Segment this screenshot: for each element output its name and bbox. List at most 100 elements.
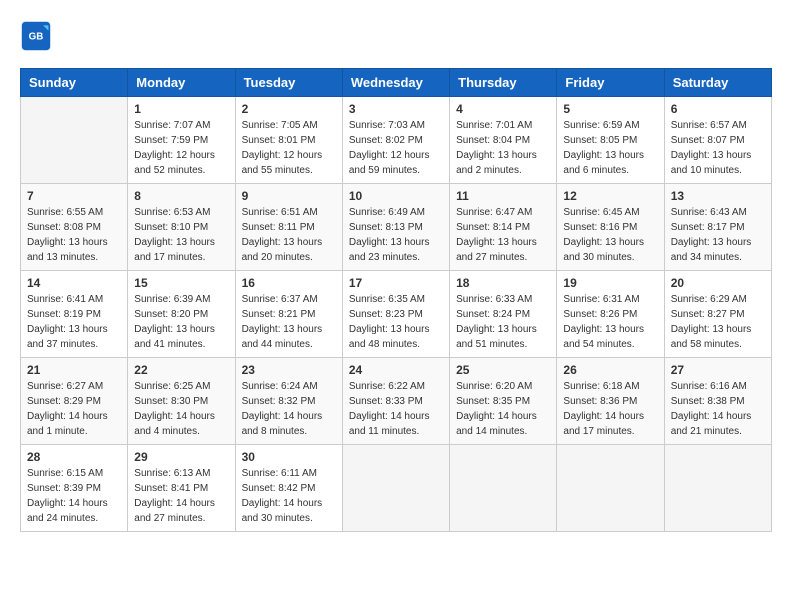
day-info: Sunrise: 7:05 AMSunset: 8:01 PMDaylight:… <box>242 118 336 178</box>
day-info: Sunrise: 6:33 AMSunset: 8:24 PMDaylight:… <box>456 292 550 352</box>
sunset-text: Sunset: 8:07 PM <box>671 133 765 148</box>
sunset-text: Sunset: 8:41 PM <box>134 481 228 496</box>
sunset-text: Sunset: 8:04 PM <box>456 133 550 148</box>
daylight-text: Daylight: 14 hours and 14 minutes. <box>456 409 550 439</box>
calendar-cell: 6 Sunrise: 6:57 AMSunset: 8:07 PMDaylight… <box>664 97 771 184</box>
daylight-text: Daylight: 13 hours and 10 minutes. <box>671 148 765 178</box>
daylight-text: Daylight: 13 hours and 20 minutes. <box>242 235 336 265</box>
calendar-cell: 26Sunrise: 6:18 AMSunset: 8:36 PMDayligh… <box>557 358 664 445</box>
day-number: 1 <box>134 102 228 116</box>
sunset-text: Sunset: 8:19 PM <box>27 307 121 322</box>
daylight-text: Daylight: 13 hours and 58 minutes. <box>671 322 765 352</box>
sunset-text: Sunset: 8:42 PM <box>242 481 336 496</box>
day-number: 13 <box>671 189 765 203</box>
sunrise-text: Sunrise: 6:41 AM <box>27 292 121 307</box>
calendar-cell: 14Sunrise: 6:41 AMSunset: 8:19 PMDayligh… <box>21 271 128 358</box>
daylight-text: Daylight: 13 hours and 17 minutes. <box>134 235 228 265</box>
weekday-header-tuesday: Tuesday <box>235 69 342 97</box>
sunrise-text: Sunrise: 6:35 AM <box>349 292 443 307</box>
day-number: 11 <box>456 189 550 203</box>
sunset-text: Sunset: 7:59 PM <box>134 133 228 148</box>
sunrise-text: Sunrise: 6:59 AM <box>563 118 657 133</box>
sunrise-text: Sunrise: 6:39 AM <box>134 292 228 307</box>
calendar-cell: 8Sunrise: 6:53 AMSunset: 8:10 PMDaylight… <box>128 184 235 271</box>
day-number: 10 <box>349 189 443 203</box>
day-info: Sunrise: 7:01 AMSunset: 8:04 PMDaylight:… <box>456 118 550 178</box>
day-info: Sunrise: 6:51 AMSunset: 8:11 PMDaylight:… <box>242 205 336 265</box>
weekday-header-thursday: Thursday <box>450 69 557 97</box>
calendar-cell: 16 Sunrise: 6:37 AMSunset: 8:21 PMDayligh… <box>235 271 342 358</box>
sunrise-text: Sunrise: 6:33 AM <box>456 292 550 307</box>
calendar-cell: 30Sunrise: 6:11 AMSunset: 8:42 PMDayligh… <box>235 445 342 532</box>
calendar-table: SundayMondayTuesdayWednesdayThursdayFrid… <box>20 68 772 532</box>
page-header: GB <box>20 20 772 52</box>
day-info: Sunrise: 6:49 AMSunset: 8:13 PMDaylight:… <box>349 205 443 265</box>
sunrise-text: Sunrise: 6:20 AM <box>456 379 550 394</box>
sunset-text: Sunset: 8:08 PM <box>27 220 121 235</box>
day-number: 7 <box>27 189 121 203</box>
calendar-cell: 1Sunrise: 7:07 AMSunset: 7:59 PMDaylight… <box>128 97 235 184</box>
calendar-week-row: 21Sunrise: 6:27 AMSunset: 8:29 PMDayligh… <box>21 358 772 445</box>
sunset-text: Sunset: 8:24 PM <box>456 307 550 322</box>
weekday-header-saturday: Saturday <box>664 69 771 97</box>
day-info: Sunrise: 6:20 AMSunset: 8:35 PMDaylight:… <box>456 379 550 439</box>
daylight-text: Daylight: 13 hours and 51 minutes. <box>456 322 550 352</box>
calendar-cell: 25 Sunrise: 6:20 AMSunset: 8:35 PMDayligh… <box>450 358 557 445</box>
day-number: 25 <box>456 363 550 377</box>
daylight-text: Daylight: 14 hours and 4 minutes. <box>134 409 228 439</box>
sunrise-text: Sunrise: 6:15 AM <box>27 466 121 481</box>
sunset-text: Sunset: 8:27 PM <box>671 307 765 322</box>
calendar-cell: 21Sunrise: 6:27 AMSunset: 8:29 PMDayligh… <box>21 358 128 445</box>
day-number: 15 <box>134 276 228 290</box>
day-number: 21 <box>27 363 121 377</box>
sunset-text: Sunset: 8:36 PM <box>563 394 657 409</box>
calendar-cell: 13 Sunrise: 6:43 AMSunset: 8:17 PMDayligh… <box>664 184 771 271</box>
day-number: 18 <box>456 276 550 290</box>
calendar-cell: 28Sunrise: 6:15 AMSunset: 8:39 PMDayligh… <box>21 445 128 532</box>
day-info: Sunrise: 6:22 AMSunset: 8:33 PMDaylight:… <box>349 379 443 439</box>
day-info: Sunrise: 6:18 AMSunset: 8:36 PMDaylight:… <box>563 379 657 439</box>
sunrise-text: Sunrise: 6:49 AM <box>349 205 443 220</box>
calendar-week-row: 28Sunrise: 6:15 AMSunset: 8:39 PMDayligh… <box>21 445 772 532</box>
sunset-text: Sunset: 8:35 PM <box>456 394 550 409</box>
day-number: 12 <box>563 189 657 203</box>
calendar-cell: 27Sunrise: 6:16 AMSunset: 8:38 PMDayligh… <box>664 358 771 445</box>
sunset-text: Sunset: 8:32 PM <box>242 394 336 409</box>
sunrise-text: Sunrise: 6:53 AM <box>134 205 228 220</box>
sunrise-text: Sunrise: 6:29 AM <box>671 292 765 307</box>
sunset-text: Sunset: 8:11 PM <box>242 220 336 235</box>
daylight-text: Daylight: 12 hours and 52 minutes. <box>134 148 228 178</box>
calendar-week-row: 14Sunrise: 6:41 AMSunset: 8:19 PMDayligh… <box>21 271 772 358</box>
calendar-cell: 15Sunrise: 6:39 AMSunset: 8:20 PMDayligh… <box>128 271 235 358</box>
calendar-cell: 24 Sunrise: 6:22 AMSunset: 8:33 PMDayligh… <box>342 358 449 445</box>
sunset-text: Sunset: 8:38 PM <box>671 394 765 409</box>
day-number: 28 <box>27 450 121 464</box>
day-info: Sunrise: 6:43 AMSunset: 8:17 PMDaylight:… <box>671 205 765 265</box>
day-number: 22 <box>134 363 228 377</box>
daylight-text: Daylight: 13 hours and 6 minutes. <box>563 148 657 178</box>
day-number: 16 <box>242 276 336 290</box>
day-number: 24 <box>349 363 443 377</box>
sunset-text: Sunset: 8:17 PM <box>671 220 765 235</box>
day-number: 2 <box>242 102 336 116</box>
sunrise-text: Sunrise: 6:18 AM <box>563 379 657 394</box>
day-number: 5 <box>563 102 657 116</box>
day-info: Sunrise: 6:57 AMSunset: 8:07 PMDaylight:… <box>671 118 765 178</box>
day-info: Sunrise: 6:11 AMSunset: 8:42 PMDaylight:… <box>242 466 336 526</box>
daylight-text: Daylight: 14 hours and 11 minutes. <box>349 409 443 439</box>
day-info: Sunrise: 7:03 AMSunset: 8:02 PMDaylight:… <box>349 118 443 178</box>
day-info: Sunrise: 6:37 AMSunset: 8:21 PMDaylight:… <box>242 292 336 352</box>
calendar-cell: 17Sunrise: 6:35 AMSunset: 8:23 PMDayligh… <box>342 271 449 358</box>
day-number: 29 <box>134 450 228 464</box>
sunset-text: Sunset: 8:20 PM <box>134 307 228 322</box>
day-number: 6 <box>671 102 765 116</box>
sunset-text: Sunset: 8:14 PM <box>456 220 550 235</box>
logo: GB <box>20 20 56 52</box>
daylight-text: Daylight: 12 hours and 55 minutes. <box>242 148 336 178</box>
daylight-text: Daylight: 14 hours and 24 minutes. <box>27 496 121 526</box>
daylight-text: Daylight: 12 hours and 59 minutes. <box>349 148 443 178</box>
day-info: Sunrise: 6:45 AMSunset: 8:16 PMDaylight:… <box>563 205 657 265</box>
calendar-cell: 9Sunrise: 6:51 AMSunset: 8:11 PMDaylight… <box>235 184 342 271</box>
day-number: 17 <box>349 276 443 290</box>
sunrise-text: Sunrise: 7:05 AM <box>242 118 336 133</box>
